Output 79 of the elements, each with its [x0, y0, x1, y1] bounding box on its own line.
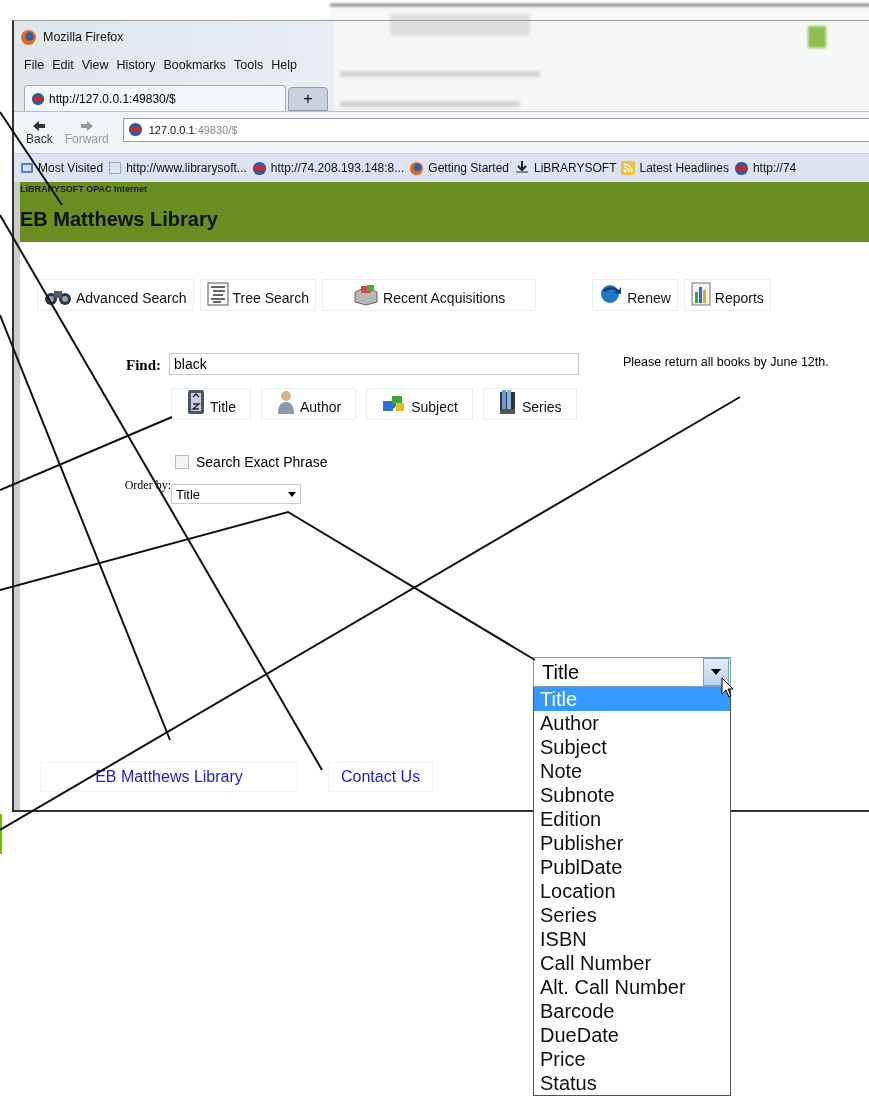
download-icon: [514, 160, 530, 176]
dropdown-option[interactable]: Barcode: [534, 999, 730, 1023]
checkbox-label: Search Exact Phrase: [196, 454, 328, 470]
new-tab-button[interactable]: +: [288, 87, 328, 111]
dropdown-option[interactable]: Author: [534, 711, 730, 735]
menu-item[interactable]: Bookmarks: [163, 58, 226, 72]
bookmark-item[interactable]: LiBRARYSOFT: [514, 160, 617, 176]
folder-icon: [20, 161, 34, 175]
dropdown-option[interactable]: Note: [534, 759, 730, 783]
feed-icon: [621, 161, 636, 175]
menu-item[interactable]: File: [24, 58, 45, 72]
menu-item[interactable]: History: [116, 58, 156, 72]
caret-icon: [288, 491, 296, 497]
dropdown-option[interactable]: Price: [534, 1047, 730, 1071]
menu-item[interactable]: Tools: [234, 58, 264, 72]
forward-arrow-icon: [79, 119, 94, 132]
search-button[interactable]: Series: [482, 388, 577, 420]
address-field[interactable]: 127.0.0.1:49830/$: [122, 117, 869, 142]
dropdown-option[interactable]: Alt. Call Number: [534, 975, 730, 999]
bar-chart-icon: [690, 282, 711, 306]
dropdown-option[interactable]: Subject: [534, 735, 730, 759]
dropdown-option[interactable]: Series: [534, 903, 730, 927]
list-icon: [206, 282, 229, 306]
books-icon: [497, 389, 518, 415]
dropdown-option[interactable]: Status: [534, 1071, 730, 1095]
globe-icon: [127, 122, 143, 137]
dropdown-option[interactable]: DueDate: [534, 1023, 730, 1047]
bookmark-item[interactable]: http://www.librarysoft...: [108, 161, 247, 175]
nav-button[interactable]: Reports: [683, 279, 771, 311]
nav-button[interactable]: Tree Search: [199, 279, 317, 311]
globe-arrow-icon: [599, 282, 624, 306]
search-button[interactable]: Title: [171, 388, 251, 420]
bookmark-item[interactable]: http://74.208.193.148:8...: [251, 160, 405, 176]
nav-button[interactable]: Recent Acquisitions: [322, 279, 537, 311]
dropdown-option[interactable]: Publisher: [534, 831, 730, 855]
book-icon: [186, 389, 206, 415]
browser-tab[interactable]: http://127.0.0.1:49830/$: [24, 85, 286, 111]
bookmark-item[interactable]: Most Visited: [20, 161, 104, 175]
order-by-select[interactable]: Title: [171, 484, 301, 504]
dropdown-option[interactable]: Edition: [534, 807, 730, 831]
globe-icon: [251, 160, 267, 176]
search-button[interactable]: Author: [260, 388, 357, 420]
find-label: Find:: [125, 356, 161, 374]
dropdown-option[interactable]: Call Number: [534, 951, 730, 975]
nav-button[interactable]: Advanced Search: [37, 279, 194, 311]
menu-item[interactable]: View: [81, 58, 109, 72]
box-icon: [353, 284, 380, 306]
dropdown-option[interactable]: Location: [534, 879, 730, 903]
search-button[interactable]: Subject: [366, 388, 473, 420]
binoculars-icon: [44, 288, 72, 306]
library-title: EB Matthews Library: [20, 208, 218, 231]
order-by-label: Order by:: [123, 477, 171, 493]
globe-icon: [733, 160, 749, 176]
footer-link[interactable]: EB Matthews Library: [40, 762, 298, 792]
bookmark-item[interactable]: Getting Started: [409, 160, 509, 176]
window-title: Mozilla Firefox: [43, 30, 124, 44]
bookmark-item[interactable]: http://74: [733, 160, 797, 176]
menu-item[interactable]: Edit: [52, 58, 74, 72]
search-field[interactable]: black: [169, 353, 579, 375]
footer-link[interactable]: Contact Us: [328, 762, 434, 792]
back-arrow-icon: [32, 119, 47, 132]
dropdown-option[interactable]: ISBN: [534, 927, 730, 951]
menu-item[interactable]: Help: [271, 58, 297, 72]
globe-icon: [31, 91, 45, 106]
dropdown-arrow-button[interactable]: [703, 658, 729, 686]
person-icon: [275, 389, 296, 415]
page-icon: [108, 161, 123, 175]
back-button[interactable]: Back: [22, 119, 57, 146]
edge-mark: [0, 814, 2, 854]
browser-logo-icon: [20, 28, 37, 46]
checkbox[interactable]: [175, 455, 189, 469]
dropdown-option[interactable]: PublDate: [534, 855, 730, 879]
caret-icon: [711, 669, 721, 675]
dropdown-option[interactable]: Subnote: [534, 783, 730, 807]
browser-logo-icon: [409, 160, 425, 176]
nav-button[interactable]: Renew: [592, 279, 678, 311]
bookmark-item[interactable]: Latest Headlines: [621, 161, 729, 175]
notice-text: Please return all books by June 12th.: [623, 354, 830, 369]
dropdown-select[interactable]: Title: [533, 657, 731, 687]
